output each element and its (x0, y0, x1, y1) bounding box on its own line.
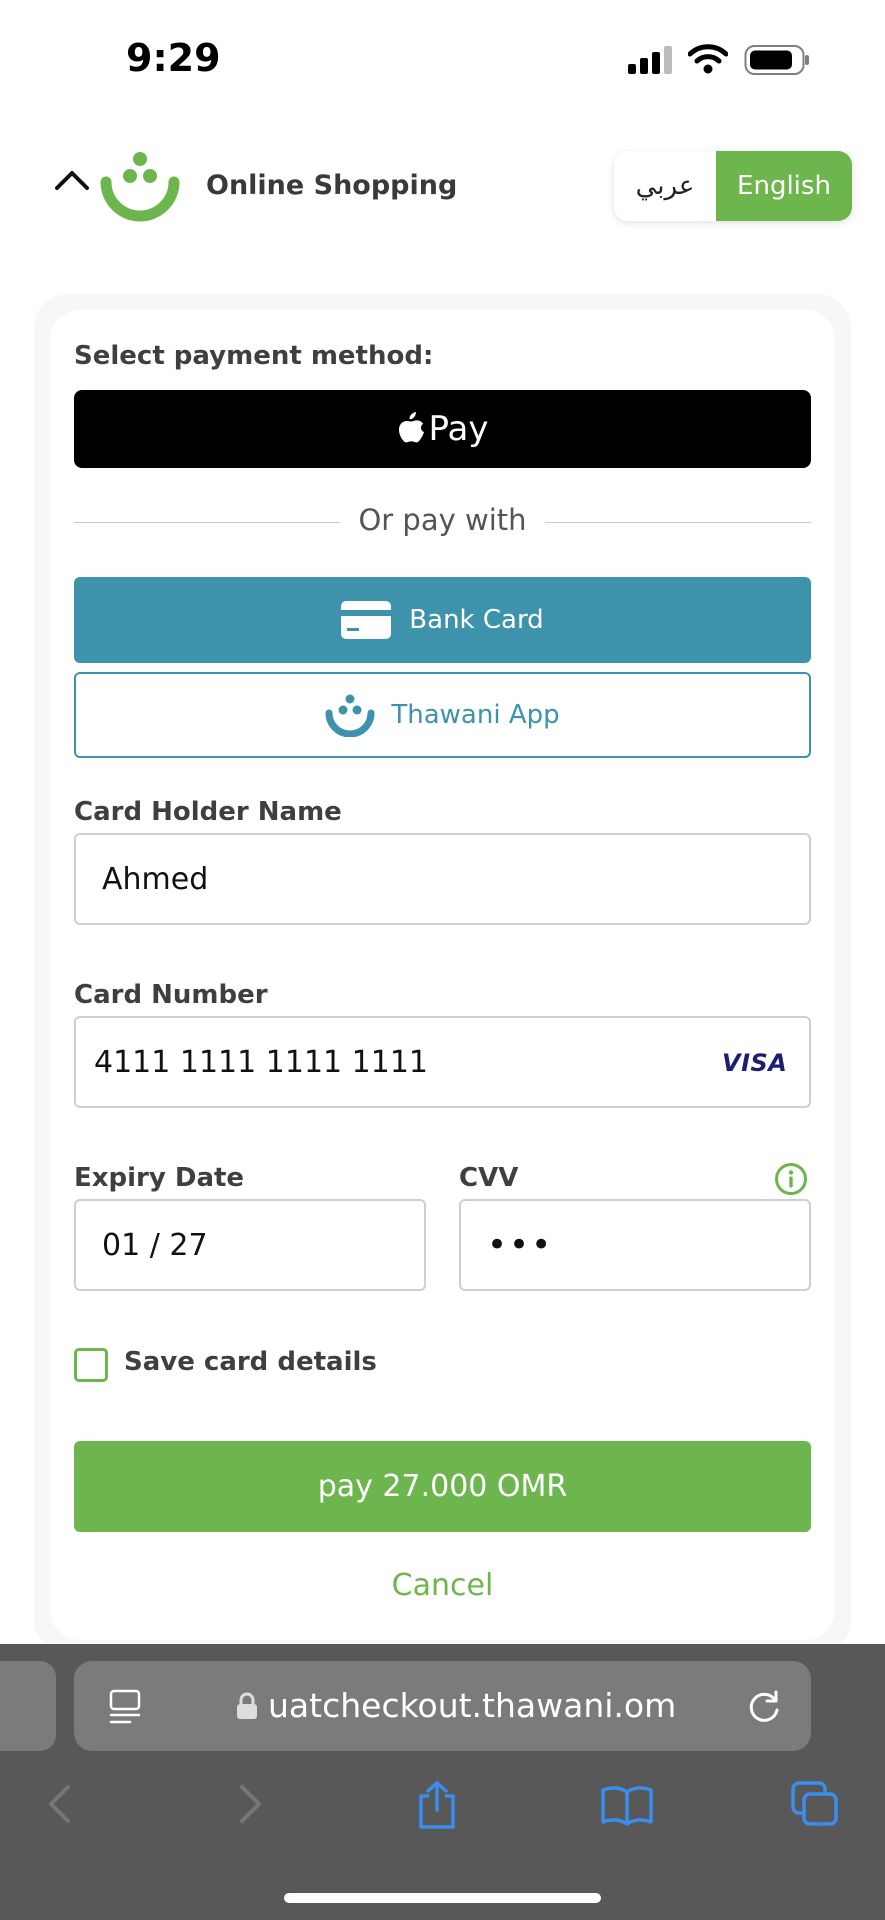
thawani-app-button[interactable]: Thawani App (74, 672, 811, 758)
forward-arrow-icon[interactable] (236, 1784, 266, 1824)
url-text[interactable]: uatcheckout.thawani.om (268, 1686, 676, 1725)
expiry-label: Expiry Date (74, 1163, 245, 1193)
wifi-icon (688, 44, 728, 74)
card-number-label: Card Number (74, 980, 268, 1010)
apple-pay-button[interactable]: Pay (74, 390, 811, 468)
divider-right (545, 522, 811, 523)
cvv-info-icon[interactable] (774, 1162, 808, 1196)
card-holder-input[interactable]: Ahmed (74, 833, 811, 925)
cvv-input[interactable]: ••• (459, 1199, 811, 1291)
battery-icon (744, 45, 809, 75)
card-number-value: 4111 1111 1111 1111 (94, 1044, 428, 1080)
select-payment-label: Select payment method: (74, 341, 434, 371)
cellular-signal-icon (628, 46, 672, 74)
collapse-chevron-icon[interactable] (54, 168, 90, 192)
expiry-input[interactable]: 01 / 27 (74, 1199, 426, 1291)
cvv-value: ••• (487, 1225, 554, 1265)
brand-title: Online Shopping (206, 170, 458, 201)
card-holder-value: Ahmed (102, 861, 209, 897)
bank-card-button[interactable]: Bank Card (74, 577, 811, 663)
thawani-app-icon (325, 694, 375, 737)
language-arabic-button[interactable]: عربي (614, 151, 716, 221)
save-card-label[interactable]: Save card details (124, 1347, 377, 1377)
thawani-logo-icon (100, 152, 180, 222)
divider-left (74, 522, 340, 523)
apple-pay-label: Pay (428, 409, 489, 449)
cancel-link[interactable]: Cancel (74, 1568, 811, 1603)
card-holder-label: Card Holder Name (74, 797, 342, 827)
bank-card-label: Bank Card (409, 605, 544, 635)
save-card-checkbox[interactable] (74, 1348, 108, 1382)
status-time: 9:29 (126, 36, 221, 80)
language-switcher: عربي English (614, 151, 852, 221)
thawani-app-label: Thawani App (391, 700, 560, 730)
lock-icon (237, 1692, 257, 1719)
card-number-input[interactable]: 4111 1111 1111 1111 (74, 1016, 811, 1108)
language-english-button[interactable]: English (716, 151, 852, 221)
expiry-value: 01 / 27 (102, 1227, 208, 1263)
or-pay-with-text: Or pay with (358, 503, 527, 537)
previous-tab-preview[interactable] (0, 1661, 56, 1751)
bookmarks-icon[interactable] (600, 1784, 654, 1826)
back-arrow-icon[interactable] (44, 1784, 74, 1824)
cvv-label: CVV (459, 1163, 519, 1193)
reader-mode-icon[interactable] (108, 1689, 142, 1725)
visa-logo-icon: VISA (722, 1049, 788, 1077)
tabs-icon[interactable] (790, 1780, 840, 1828)
home-indicator (284, 1893, 601, 1903)
reload-icon[interactable] (747, 1688, 783, 1724)
share-icon[interactable] (415, 1780, 459, 1830)
credit-card-icon (341, 601, 392, 639)
apple-logo-icon (398, 412, 424, 443)
pay-button[interactable]: pay 27.000 OMR (74, 1441, 811, 1532)
